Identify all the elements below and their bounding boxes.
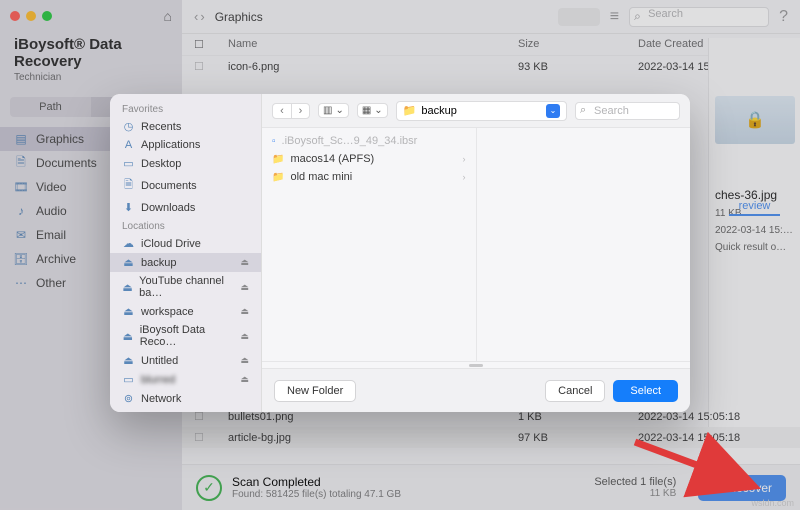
select-button[interactable]: Select	[613, 380, 678, 402]
eject-icon[interactable]: ⏏	[240, 306, 249, 317]
sidebar-desktop[interactable]: ▭Desktop	[110, 154, 261, 173]
eject-icon[interactable]: ⏏	[240, 355, 249, 366]
eject-icon[interactable]: ⏏	[240, 282, 249, 293]
cloud-icon: ☁	[122, 237, 135, 250]
eject-icon[interactable]: ⏏	[240, 374, 249, 385]
sidebar-recents[interactable]: ◷Recents	[110, 117, 261, 136]
sidebar-workspace[interactable]: ⏏workspace⏏	[110, 302, 261, 321]
column-resize-handle[interactable]	[262, 361, 690, 368]
desktop-icon: ▭	[122, 157, 135, 170]
clock-icon: ◷	[122, 120, 135, 133]
eject-icon[interactable]: ⏏	[240, 257, 249, 268]
chevron-down-icon: ⌄	[335, 105, 343, 116]
network-icon: ⊚	[122, 392, 135, 405]
popup-chevron-icon: ⌄	[546, 104, 560, 118]
sidebar-blurred[interactable]: ▭blurred⏏	[110, 370, 261, 389]
drive-icon: ▭	[122, 373, 135, 386]
eject-icon[interactable]: ⏏	[240, 331, 249, 342]
dialog-sidebar: Favorites ◷Recents AApplications ▭Deskto…	[110, 94, 262, 412]
dialog-toolbar: ‹ › ▥⌄ ▦⌄ 📁 backup ⌄ Search	[262, 94, 690, 128]
folder-icon: 📁	[403, 104, 417, 117]
dialog-search-input[interactable]: Search	[575, 102, 680, 120]
browser-column-1: ▫.iBoysoft_Sc…9_49_34.ibsr 📁macos14 (APF…	[262, 128, 477, 361]
locations-heading: Locations	[110, 217, 261, 234]
folder-item[interactable]: 📁old mac mini›	[262, 168, 476, 186]
chevron-right-icon: ›	[463, 172, 466, 182]
sidebar-downloads[interactable]: ⬇Downloads	[110, 198, 261, 217]
column-browser: ▫.iBoysoft_Sc…9_49_34.ibsr 📁macos14 (APF…	[262, 128, 690, 361]
browser-column-2	[477, 128, 691, 361]
dialog-main: ‹ › ▥⌄ ▦⌄ 📁 backup ⌄ Search ▫.iBoysoft_S…	[262, 94, 690, 412]
columns-icon: ▥	[323, 105, 332, 116]
group-popup[interactable]: ▦⌄	[357, 103, 388, 118]
cancel-button[interactable]: Cancel	[545, 380, 605, 402]
chevron-down-icon: ⌄	[374, 105, 382, 116]
view-mode-popup[interactable]: ▥⌄	[318, 103, 349, 118]
sidebar-youtube[interactable]: ⏏YouTube channel ba…⏏	[110, 272, 261, 302]
back-icon[interactable]: ‹	[273, 104, 291, 118]
sidebar-untitled[interactable]: ⏏Untitled⏏	[110, 351, 261, 370]
new-folder-button[interactable]: New Folder	[274, 380, 356, 402]
documents-icon: 🗎	[122, 176, 135, 195]
folder-icon: 📁	[272, 172, 284, 183]
sidebar-network[interactable]: ⊚Network	[110, 389, 261, 408]
drive-icon: ⏏	[122, 305, 135, 318]
drive-icon: ⏏	[122, 354, 135, 367]
folder-item[interactable]: 📁macos14 (APFS)›	[262, 150, 476, 168]
sidebar-iboysoft[interactable]: ⏏iBoysoft Data Reco…⏏	[110, 321, 261, 351]
save-dialog: Favorites ◷Recents AApplications ▭Deskto…	[110, 94, 690, 412]
location-popup[interactable]: 📁 backup ⌄	[396, 101, 567, 121]
forward-icon[interactable]: ›	[291, 104, 309, 118]
app-icon: A	[122, 139, 135, 151]
watermark: wsldn.com	[751, 498, 794, 508]
sidebar-applications[interactable]: AApplications	[110, 136, 261, 154]
favorites-heading: Favorites	[110, 100, 261, 117]
folder-icon: 📁	[272, 154, 284, 165]
dialog-nav-arrows: ‹ ›	[272, 103, 310, 119]
sidebar-backup[interactable]: ⏏backup⏏	[110, 253, 261, 272]
dialog-footer: New Folder Cancel Select	[262, 368, 690, 412]
file-icon: ▫	[272, 136, 276, 147]
drive-icon: ⏏	[122, 256, 135, 269]
sidebar-icloud[interactable]: ☁iCloud Drive	[110, 234, 261, 253]
chevron-right-icon: ›	[463, 154, 466, 164]
grid-icon: ▦	[362, 105, 371, 116]
drive-icon: ⏏	[122, 281, 133, 294]
drive-icon: ⏏	[122, 330, 134, 343]
sidebar-documents[interactable]: 🗎Documents	[110, 173, 261, 198]
file-item[interactable]: ▫.iBoysoft_Sc…9_49_34.ibsr	[262, 132, 476, 150]
downloads-icon: ⬇	[122, 201, 135, 214]
